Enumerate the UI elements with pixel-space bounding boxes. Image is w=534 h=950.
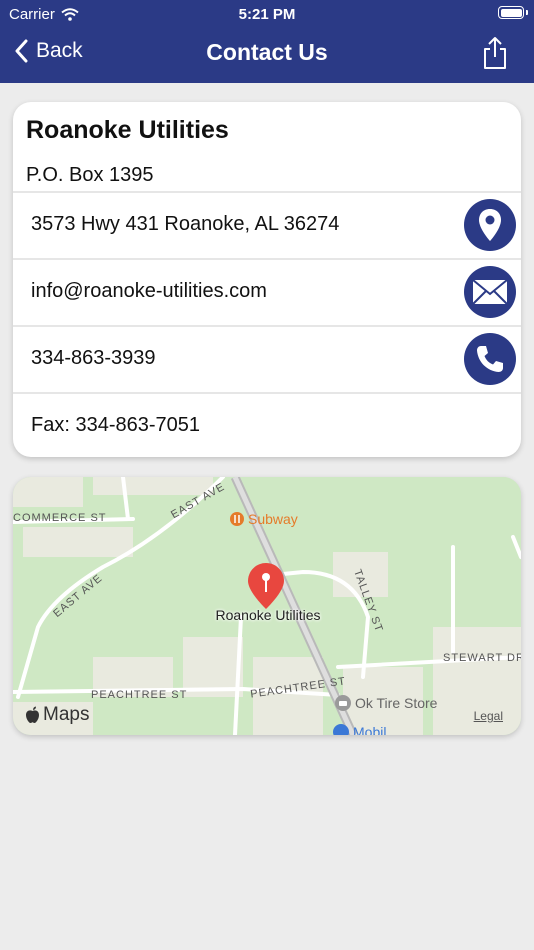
- envelope-icon: [472, 279, 508, 305]
- map-directions-button[interactable]: [464, 199, 516, 251]
- po-box: P.O. Box 1395: [26, 164, 154, 186]
- poi-mobil-label: Mobil: [353, 724, 387, 735]
- poi-tire-store[interactable]: Ok Tire Store: [335, 695, 437, 711]
- street-label-peachtree: PEACHTREE ST: [91, 689, 188, 701]
- street-label-commerce: COMMERCE ST: [13, 512, 107, 524]
- status-bar: Carrier 5:21 PM: [0, 0, 534, 28]
- share-icon: [484, 37, 506, 69]
- fax-text: Fax: 334-863-7051: [31, 414, 201, 436]
- phone-icon: [477, 346, 503, 372]
- phone-row[interactable]: 334-863-3939: [13, 325, 521, 391]
- contact-card: Roanoke Utilities P.O. Box 1395 3573 Hwy…: [13, 102, 521, 457]
- app-header: Carrier 5:21 PM Back Contact Us: [0, 0, 534, 83]
- page-title: Contact Us: [206, 39, 328, 65]
- phone-text: 334-863-3939: [31, 347, 156, 369]
- fax-row: Fax: 334-863-7051: [13, 392, 521, 457]
- location-map[interactable]: COMMERCE ST EAST AVE EAST AVE TALLEY ST …: [13, 477, 521, 735]
- poi-tire-label: Ok Tire Store: [355, 695, 438, 711]
- legal-link[interactable]: Legal: [474, 709, 503, 723]
- email-button[interactable]: [464, 266, 516, 318]
- poi-mobil[interactable]: Mobil: [333, 724, 386, 735]
- nav-bar: Back Contact Us: [0, 28, 534, 83]
- location-pin-icon: [479, 209, 501, 241]
- fuel-icon: [333, 724, 349, 735]
- status-time: 5:21 PM: [238, 6, 296, 23]
- email-text: info@roanoke-utilities.com: [31, 280, 267, 302]
- restaurant-icon: [230, 512, 244, 526]
- maps-logo-label: Maps: [43, 704, 90, 725]
- address-row[interactable]: 3573 Hwy 431 Roanoke, AL 36274: [13, 191, 521, 257]
- call-button[interactable]: [464, 333, 516, 385]
- poi-subway[interactable]: Subway: [230, 511, 298, 527]
- poi-subway-label: Subway: [248, 511, 298, 527]
- battery-icon: [498, 6, 524, 19]
- share-button[interactable]: [482, 36, 508, 75]
- apple-maps-logo: Maps: [25, 704, 89, 726]
- address-text: 3573 Hwy 431 Roanoke, AL 36274: [31, 213, 340, 235]
- street-label-stewart: STEWART DR: [443, 652, 521, 664]
- battery-tip: [526, 10, 528, 15]
- organization-name: Roanoke Utilities: [26, 116, 229, 144]
- map-pin-label: Roanoke Utilities: [215, 607, 321, 623]
- map-pin-icon: [248, 563, 284, 609]
- apple-logo-icon: [26, 706, 39, 723]
- car-service-icon: [335, 695, 351, 711]
- email-row[interactable]: info@roanoke-utilities.com: [13, 258, 521, 324]
